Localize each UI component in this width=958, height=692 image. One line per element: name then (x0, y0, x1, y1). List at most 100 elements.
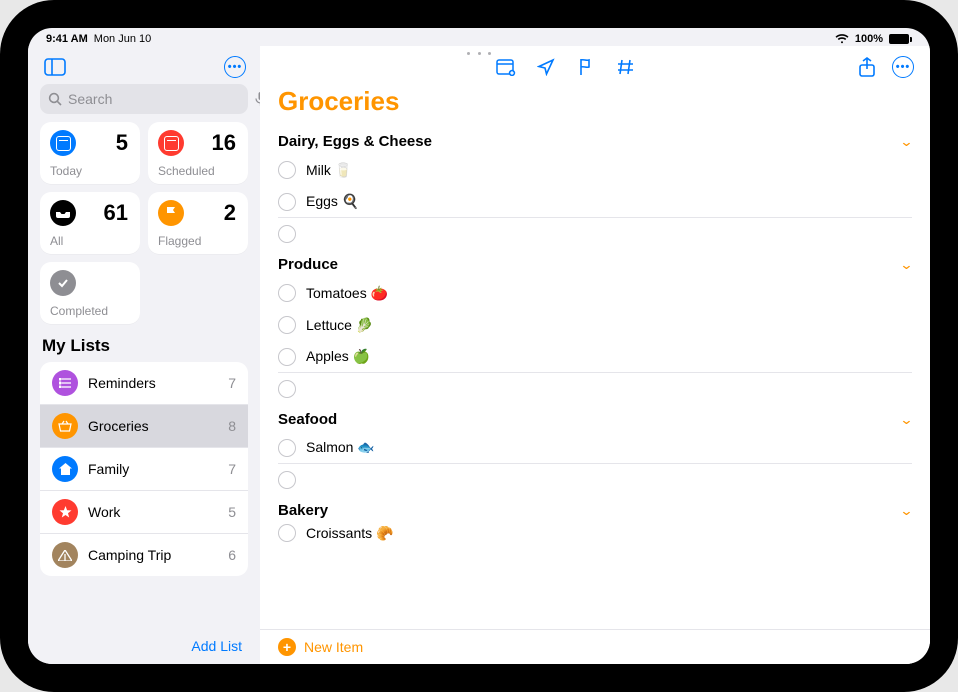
plus-icon: + (278, 638, 296, 656)
tile-all-count: 61 (104, 200, 128, 226)
app-body: ••• 5 (28, 46, 930, 664)
more-button[interactable]: ••• (224, 56, 246, 78)
sidebar: ••• 5 (28, 46, 260, 664)
star-icon (52, 499, 78, 525)
reminder-tomatoes[interactable]: Tomatoes 🍅 (278, 277, 912, 309)
reminder-label: Croissants 🥐 (306, 525, 393, 542)
tile-scheduled[interactable]: 16 Scheduled (148, 122, 248, 184)
tile-completed-label: Completed (50, 304, 130, 318)
section-bakery-header[interactable]: Bakery ⌄ (278, 496, 912, 523)
tile-flagged-count: 2 (224, 200, 236, 226)
wifi-icon (835, 34, 849, 44)
search-field[interactable] (40, 84, 248, 114)
calendar-icon (158, 130, 184, 156)
tile-today[interactable]: 5 Today (40, 122, 140, 184)
checkbox[interactable] (278, 380, 296, 398)
reminder-new-produce[interactable] (278, 373, 912, 405)
list-count: 7 (228, 375, 236, 391)
list-label: Reminders (88, 375, 218, 391)
tile-today-label: Today (50, 164, 130, 178)
new-reminder-input[interactable] (306, 218, 912, 250)
section-seafood-header[interactable]: Seafood ⌄ (278, 405, 912, 432)
reminder-label: Eggs 🍳 (306, 193, 359, 210)
chevron-down-icon: ⌄ (899, 503, 913, 519)
reminder-label: Lettuce 🥬 (306, 317, 373, 334)
list-label: Groceries (88, 418, 218, 434)
more-main-button[interactable]: ••• (892, 56, 914, 78)
reminder-apples[interactable]: Apples 🍏 (278, 341, 912, 373)
list-groceries[interactable]: Groceries 8 (40, 405, 248, 448)
section-seafood-title: Seafood (278, 411, 337, 428)
mylists: Reminders 7 Groceries 8 Family 7 (40, 362, 248, 576)
battery-percent: 100% (855, 33, 883, 45)
tile-all[interactable]: 61 All (40, 192, 140, 254)
status-date: Mon Jun 10 (94, 33, 151, 45)
list-camping[interactable]: Camping Trip 6 (40, 534, 248, 576)
toggle-sidebar-button[interactable] (42, 54, 68, 80)
reminder-label: Tomatoes 🍅 (306, 285, 388, 302)
reminder-new-dairy[interactable] (278, 218, 912, 250)
checkbox[interactable] (278, 225, 296, 243)
home-icon (52, 456, 78, 482)
multitask-grabber-icon[interactable] (467, 52, 491, 56)
checkbox[interactable] (278, 193, 296, 211)
tile-completed[interactable]: Completed (40, 262, 140, 324)
add-list-button[interactable]: Add List (28, 628, 260, 664)
checkbox[interactable] (278, 439, 296, 457)
checkbox[interactable] (278, 161, 296, 179)
section-bakery-title: Bakery (278, 502, 328, 519)
ipad-frame: 9:41 AM Mon Jun 10 100% (0, 0, 958, 692)
tile-flagged[interactable]: 2 Flagged (148, 192, 248, 254)
list-label: Family (88, 461, 218, 477)
flag-icon (158, 200, 184, 226)
list-count: 8 (228, 418, 236, 434)
new-reminder-input[interactable] (306, 373, 912, 405)
new-item-button[interactable]: + New Item (260, 629, 930, 664)
chevron-down-icon: ⌄ (899, 134, 913, 150)
section-dairy-header[interactable]: Dairy, Eggs & Cheese ⌄ (278, 127, 912, 154)
search-input[interactable] (68, 91, 249, 107)
tile-today-count: 5 (116, 130, 128, 156)
list-count: 5 (228, 504, 236, 520)
reminder-milk[interactable]: Milk 🥛 (278, 154, 912, 186)
reminder-croissants[interactable]: Croissants 🥐 (278, 523, 912, 543)
share-button[interactable] (856, 56, 878, 78)
checkbox[interactable] (278, 471, 296, 489)
list-work[interactable]: Work 5 (40, 491, 248, 534)
checkbox[interactable] (278, 316, 296, 334)
status-bar: 9:41 AM Mon Jun 10 100% (28, 28, 930, 46)
tag-button[interactable] (615, 56, 637, 78)
inbox-icon (50, 200, 76, 226)
checkmark-icon (50, 270, 76, 296)
flag-button[interactable] (575, 56, 597, 78)
page-title: Groceries (260, 82, 930, 127)
chevron-down-icon: ⌄ (899, 257, 913, 273)
tile-scheduled-count: 16 (212, 130, 236, 156)
mylists-header: My Lists (28, 324, 260, 362)
reminder-lettuce[interactable]: Lettuce 🥬 (278, 309, 912, 341)
reminder-label: Salmon 🐟 (306, 439, 375, 456)
details-calendar-button[interactable] (495, 56, 517, 78)
list-label: Camping Trip (88, 547, 218, 563)
new-reminder-input[interactable] (306, 464, 912, 496)
checkbox[interactable] (278, 284, 296, 302)
status-time: 9:41 AM (46, 33, 88, 45)
location-button[interactable] (535, 56, 557, 78)
checkbox[interactable] (278, 524, 296, 542)
main-panel: ••• Groceries Dairy, Eggs & Cheese ⌄ Mil… (260, 46, 930, 664)
calendar-icon (50, 130, 76, 156)
list-count: 7 (228, 461, 236, 477)
reminder-new-seafood[interactable] (278, 464, 912, 496)
list-label: Work (88, 504, 218, 520)
list-reminders[interactable]: Reminders 7 (40, 362, 248, 405)
tile-all-label: All (50, 234, 130, 248)
basket-icon (52, 413, 78, 439)
section-produce-header[interactable]: Produce ⌄ (278, 250, 912, 277)
reminder-salmon[interactable]: Salmon 🐟 (278, 432, 912, 464)
list-family[interactable]: Family 7 (40, 448, 248, 491)
chevron-down-icon: ⌄ (899, 412, 913, 428)
list-bullet-icon (52, 370, 78, 396)
reminder-eggs[interactable]: Eggs 🍳 (278, 186, 912, 218)
tent-icon (52, 542, 78, 568)
checkbox[interactable] (278, 348, 296, 366)
